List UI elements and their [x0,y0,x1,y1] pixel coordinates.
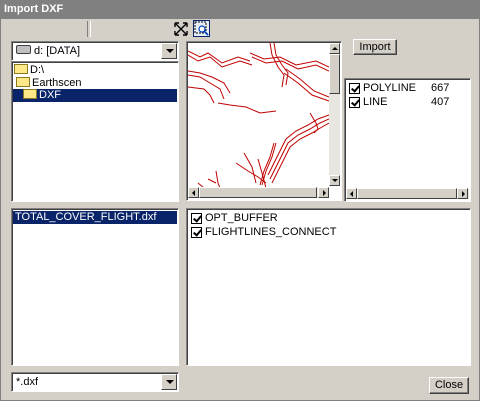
zoom-extents-icon[interactable] [173,21,189,37]
entity-count: 667 [431,82,450,94]
entity-list-scroll-left-button[interactable] [346,188,357,199]
preview-scroll-up-button[interactable] [329,43,340,54]
tree-item-label: DXF [39,89,61,101]
import-dxf-dialog: Import DXF d: [DATA] D:\ Earthscen DXF I… [0,0,480,401]
file-filter-dropdown-button[interactable] [161,374,177,390]
entity-row-polyline[interactable]: POLYLINE 667 [349,82,467,96]
file-name: TOTAL_COVER_FLIGHT.dxf [15,211,157,223]
entity-count: 407 [431,96,450,108]
tree-item-label: D:\ [30,64,45,76]
folder-open-icon [23,89,37,99]
preview-scroll-right-button[interactable] [318,187,329,198]
file-filter-combo[interactable]: *.dxf [11,372,179,392]
entity-list-scroll-right-button[interactable] [457,188,468,199]
toolbar-separator [87,21,91,37]
drive-combo[interactable]: d: [DATA] [11,41,179,61]
entity-list-horizontal-scroll-thumb[interactable] [357,188,457,199]
import-button-label: Import [359,41,391,53]
entity-checkbox-line[interactable] [349,97,360,108]
entity-type-list[interactable]: POLYLINE 667 LINE 407 [344,78,471,202]
layer-checkbox-opt-buffer[interactable] [191,213,202,224]
drive-combo-value: d: [DATA] [34,45,81,57]
layer-name: FLIGHTLINES_CONNECT [205,226,337,238]
import-button[interactable]: Import [353,39,397,55]
tree-item-d-root[interactable]: D:\ [14,64,44,77]
layer-row-flightlines-connect[interactable]: FLIGHTLINES_CONNECT [191,226,461,240]
drive-combo-dropdown-button[interactable] [161,43,177,59]
file-list[interactable]: TOTAL_COVER_FLIGHT.dxf [11,208,179,366]
preview-horizontal-scroll-thumb[interactable] [199,187,317,198]
entity-name: LINE [363,96,388,108]
close-button-label: Close [434,379,464,391]
preview-vertical-scroll-thumb[interactable] [329,54,340,94]
tree-item-label: Earthscen [32,77,82,89]
folder-open-icon [16,77,30,87]
layer-name: OPT_BUFFER [205,212,278,224]
zoom-window-icon[interactable] [193,20,210,37]
close-button[interactable]: Close [429,377,469,394]
preview-pane[interactable] [186,41,342,201]
entity-name: POLYLINE [363,82,416,94]
preview-canvas [188,43,329,188]
folder-tree[interactable]: D:\ Earthscen DXF [11,61,179,202]
entity-checkbox-polyline[interactable] [349,83,360,94]
layer-checkbox-flightlines-connect[interactable] [191,227,202,238]
layer-list[interactable]: OPT_BUFFER FLIGHTLINES_CONNECT [186,208,471,366]
title-bar[interactable]: Import DXF [1,1,479,19]
file-filter-value: *.dxf [16,376,39,388]
preview-scroll-down-button[interactable] [329,175,340,186]
tree-item-dxf[interactable]: DXF [13,89,177,102]
window-title: Import DXF [4,3,64,15]
file-list-item[interactable]: TOTAL_COVER_FLIGHT.dxf [13,211,177,224]
folder-open-icon [14,64,28,74]
entity-row-line[interactable]: LINE 407 [349,96,467,110]
preview-scroll-left-button[interactable] [188,187,199,198]
drive-icon [16,45,31,54]
layer-row-opt-buffer[interactable]: OPT_BUFFER [191,212,461,226]
